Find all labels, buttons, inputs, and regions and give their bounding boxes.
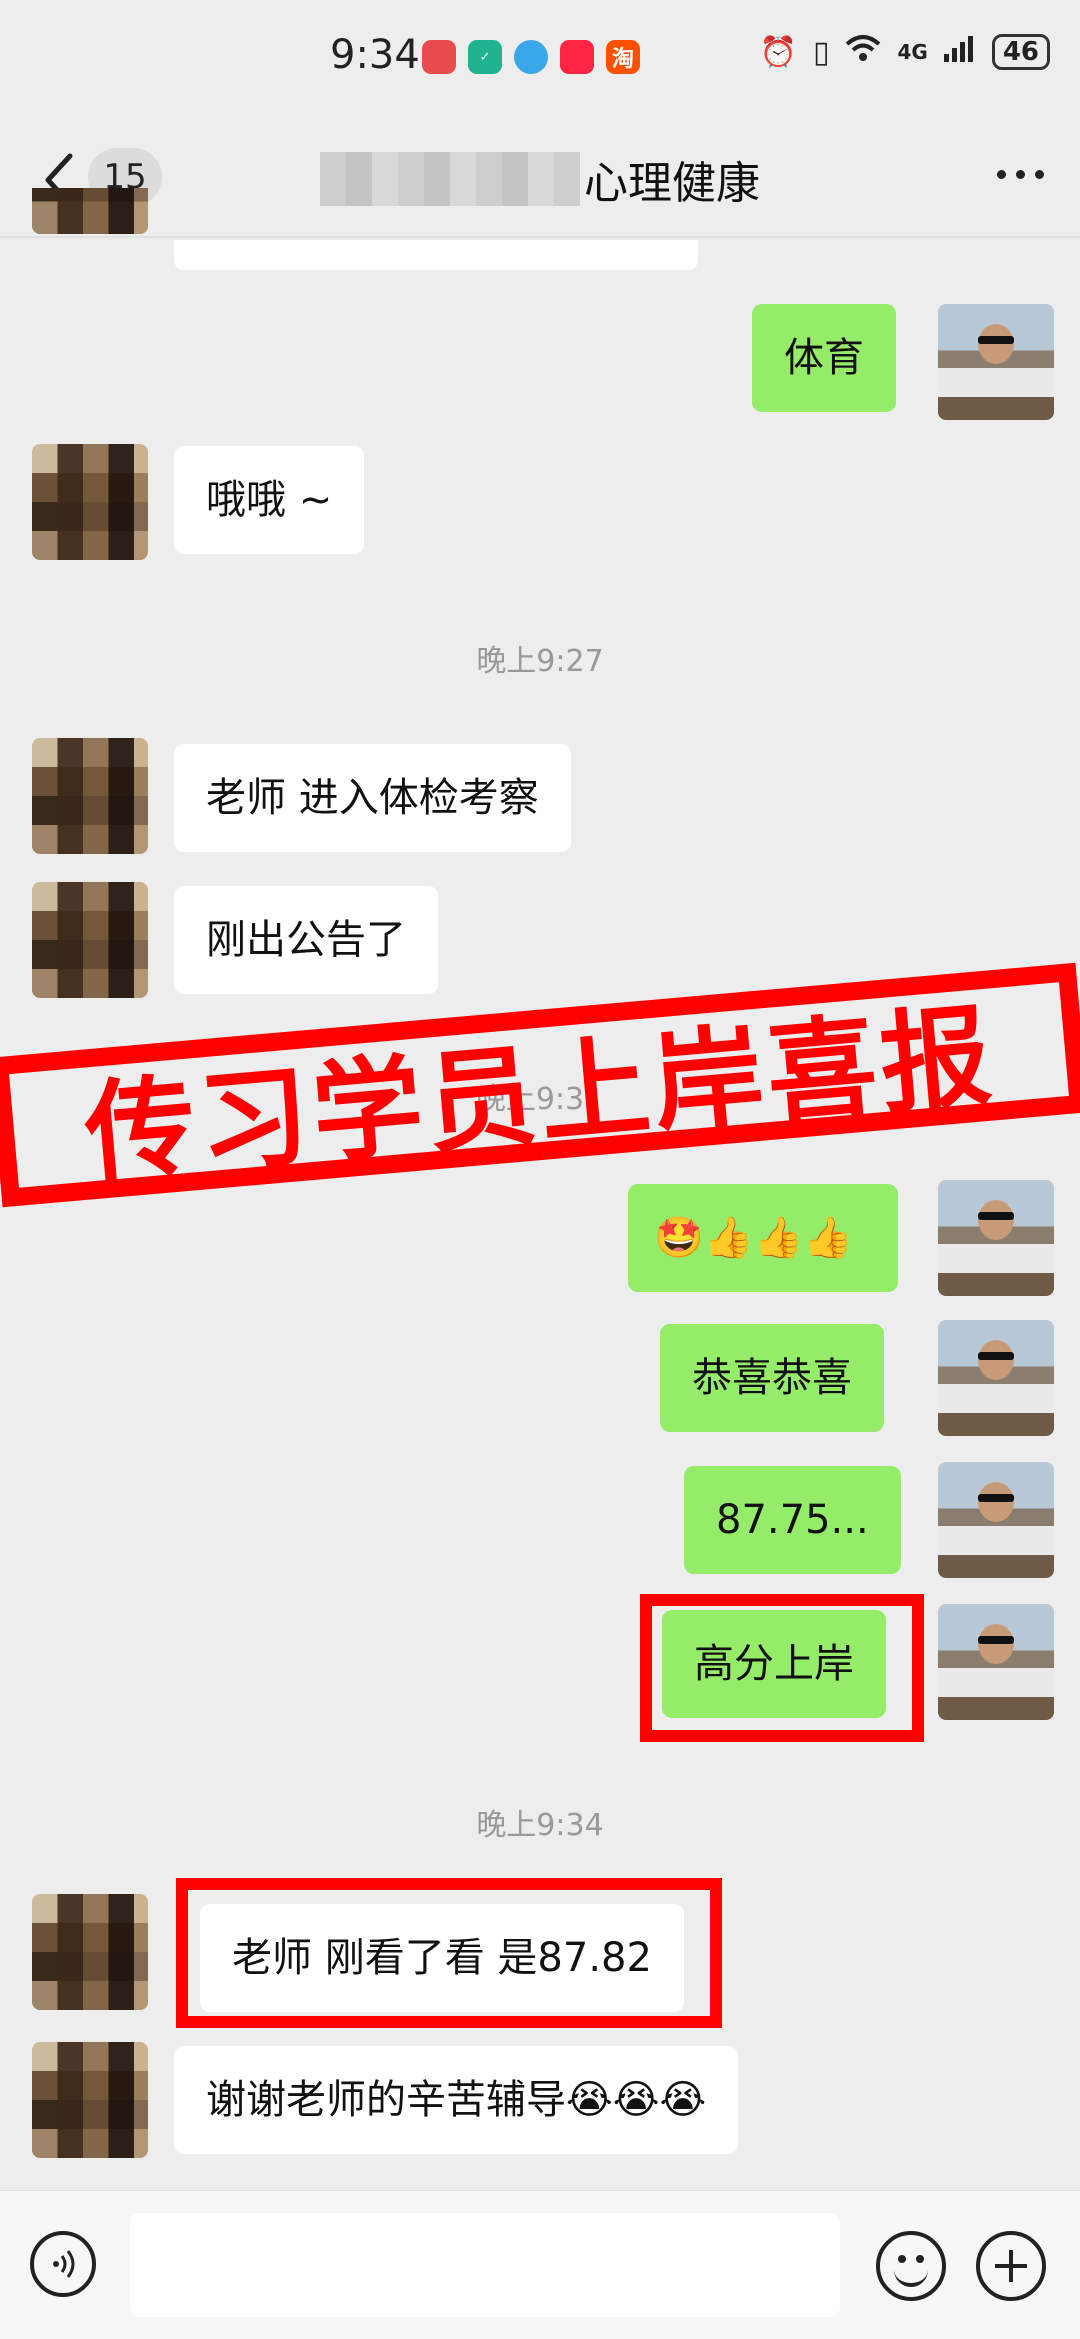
avatar-face [978, 1340, 1014, 1380]
message-text: 谢谢老师的辛苦辅导😭😭😭 [206, 2077, 707, 2123]
vibrate-icon: ▯ [812, 34, 830, 70]
avatar-face [978, 1482, 1014, 1522]
message-timestamp: 晚上9:34 [476, 1808, 604, 1843]
message-bubble-incoming[interactable]: 老师 进入体检考察 [174, 744, 571, 852]
chat-title-area[interactable]: 心理健康 [320, 144, 760, 214]
emoji-mouth-icon [894, 2267, 928, 2287]
wifi-icon [845, 34, 881, 70]
taobao-icon: 淘 [606, 40, 640, 74]
more-functions-button[interactable] [976, 2231, 1046, 2301]
more-options-button[interactable] [997, 170, 1044, 179]
chat-header: 15 心理健康 [0, 120, 1080, 240]
voice-input-button[interactable] [30, 2231, 96, 2297]
avatar-glasses [978, 1212, 1014, 1220]
message-input[interactable] [130, 2213, 840, 2317]
message-text: 🤩👍👍👍 [654, 1215, 854, 1261]
self-avatar[interactable] [938, 1180, 1054, 1296]
self-avatar[interactable] [938, 1604, 1054, 1720]
contact-avatar[interactable] [32, 882, 148, 998]
signal-icon [943, 34, 976, 70]
message-bubble-outgoing[interactable]: 体育 [752, 304, 896, 412]
message-timestamp: 晚上9:27 [476, 644, 604, 679]
emoji-eye-icon [916, 2255, 924, 2263]
avatar-face [978, 1200, 1014, 1240]
alarm-icon: ⏰ [759, 34, 797, 70]
app-notification-icon [422, 40, 456, 74]
contact-avatar[interactable] [32, 1894, 148, 2010]
message-text: 老师 进入体检考察 [206, 775, 539, 821]
system-status: ⏰ ▯ 4G 46 [760, 34, 1050, 70]
highlight-box [640, 1594, 924, 1742]
message-text: 87.75... [716, 1497, 869, 1543]
more-dot-icon [1016, 170, 1025, 179]
browser-icon [514, 40, 548, 74]
chat-title: 心理健康 [584, 158, 760, 209]
self-avatar[interactable] [938, 1320, 1054, 1436]
message-bubble-outgoing[interactable]: 87.75... [684, 1466, 901, 1574]
message-text: 刚出公告了 [206, 917, 406, 963]
message-text: 哦哦 ~ [206, 477, 333, 523]
more-dot-icon [1035, 170, 1044, 179]
emoji-eye-icon [898, 2255, 906, 2263]
message-input-bar [0, 2190, 1080, 2339]
avatar-glasses [978, 336, 1014, 344]
voice-icon [53, 2250, 75, 2278]
battery-indicator: 46 [991, 34, 1050, 70]
message-bubble-incoming[interactable]: 刚出公告了 [174, 886, 438, 994]
network-type: 4G [897, 40, 928, 64]
avatar-glasses [978, 1494, 1014, 1502]
message-bubble-incoming[interactable]: 谢谢老师的辛苦辅导😭😭😭 [174, 2046, 739, 2154]
avatar-face [978, 324, 1014, 364]
status-bar: 9:34 ✓ 淘 ⏰ ▯ 4G 46 [0, 0, 1080, 120]
contact-avatar[interactable] [32, 738, 148, 854]
plus-icon [995, 2250, 1027, 2282]
shield-check-icon: ✓ [468, 40, 502, 74]
contact-avatar[interactable] [32, 444, 148, 560]
avatar-glasses [978, 1636, 1014, 1644]
more-dot-icon [997, 170, 1006, 179]
avatar-face [978, 1624, 1014, 1664]
avatar-glasses [978, 1352, 1014, 1360]
message-bubble-outgoing[interactable]: 恭喜恭喜 [660, 1324, 884, 1432]
message-text: 体育 [784, 335, 864, 381]
blurred-group-name [320, 152, 580, 206]
xiaohongshu-icon [560, 40, 594, 74]
header-divider [0, 236, 1080, 238]
highlight-box [176, 1878, 722, 2028]
notification-icons: ✓ 淘 [422, 40, 640, 74]
self-avatar[interactable] [938, 304, 1054, 420]
message-bubble-outgoing[interactable]: 🤩👍👍👍 [628, 1184, 898, 1292]
announcement-stamp: 传习学员上岸喜报 [0, 962, 1080, 1208]
self-avatar[interactable] [938, 1462, 1054, 1578]
message-bubble-incoming[interactable]: 哦哦 ~ [174, 446, 365, 554]
status-time: 9:34 [330, 32, 420, 78]
emoji-button[interactable] [876, 2231, 946, 2301]
contact-avatar[interactable] [32, 2042, 148, 2158]
stamp-text: 传习学员上岸喜报 [80, 991, 1000, 1199]
message-text: 恭喜恭喜 [692, 1355, 852, 1401]
